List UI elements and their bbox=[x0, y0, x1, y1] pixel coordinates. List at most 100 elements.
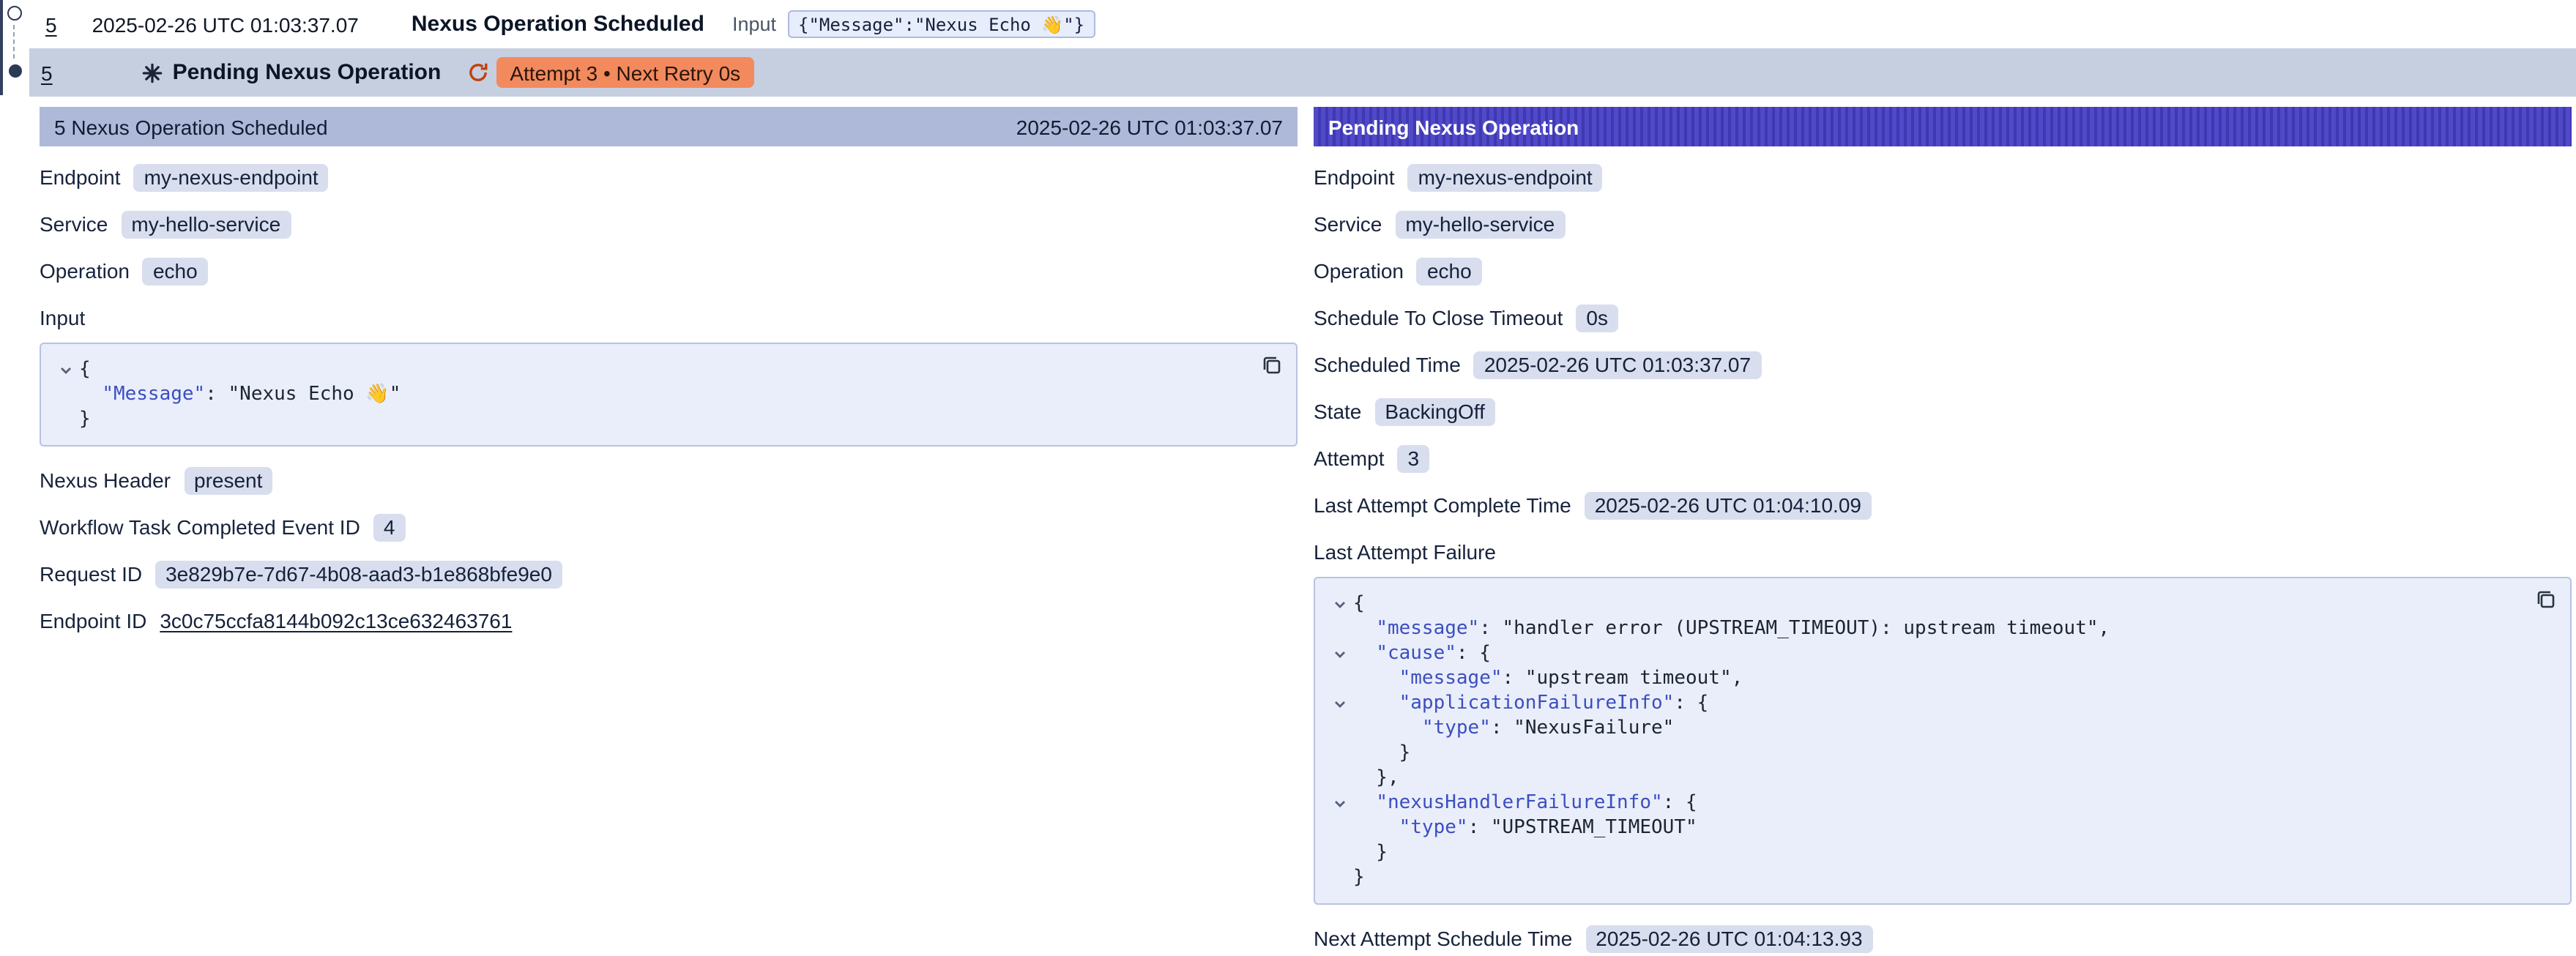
field-row: Request ID 3e829b7e-7d67-4b08-aad3-b1e868… bbox=[40, 558, 1298, 590]
pending-title: Pending Nexus Operation bbox=[173, 60, 442, 85]
detail-panels: 5 Nexus Operation Scheduled 2025-02-26 U… bbox=[40, 107, 2572, 956]
event-input-label: Input bbox=[732, 13, 776, 35]
field-value-chip: echo bbox=[143, 257, 208, 285]
code-text: "applicationFailureInfo": { bbox=[1353, 691, 1708, 716]
field-row: Last Attempt Complete Time 2025-02-26 UTC… bbox=[1314, 489, 2572, 521]
pending-operation-row[interactable]: 5 Pending Nexus Operation Attempt 3 • Ne… bbox=[29, 48, 2576, 97]
timeline-dashed-connector bbox=[13, 25, 15, 59]
field-row: Nexus Headerpresent bbox=[40, 464, 1298, 496]
pending-panel-footer-fields: Next Attempt Schedule Time2025-02-26 UTC… bbox=[1314, 922, 2572, 955]
pending-panel-header: Pending Nexus Operation bbox=[1314, 107, 2572, 146]
collapse-chevron-icon[interactable] bbox=[1327, 641, 1353, 666]
collapse-chevron-icon[interactable] bbox=[1327, 791, 1353, 815]
field-label: Last Attempt Complete Time bbox=[1314, 493, 1571, 517]
code-line: "message": "upstream timeout", bbox=[1327, 666, 2520, 691]
failure-code-block: { "message": "handler error (UPSTREAM_TI… bbox=[1314, 577, 2572, 905]
field-value-chip: 3e829b7e-7d67-4b08-aad3-b1e868bfe9e0 bbox=[155, 560, 562, 588]
failure-code-lines: { "message": "handler error (UPSTREAM_TI… bbox=[1327, 591, 2520, 890]
field-row: Servicemy-hello-service bbox=[1314, 208, 2572, 240]
retry-icon bbox=[467, 61, 489, 83]
field-value-chip: 2025-02-26 UTC 01:04:10.09 bbox=[1585, 491, 1872, 519]
code-line: "type": "NexusFailure" bbox=[1327, 716, 2520, 741]
field-value-chip: my-nexus-endpoint bbox=[134, 163, 329, 191]
field-value-chip: my-hello-service bbox=[1395, 210, 1565, 238]
event-row-nexus-operation-scheduled[interactable]: 5 2025-02-26 UTC 01:03:37.07 Nexus Opera… bbox=[29, 0, 2576, 48]
scheduled-panel-body: Endpoint my-nexus-endpoint Servicemy-hello… bbox=[40, 146, 1298, 637]
code-line: "cause": { bbox=[1327, 641, 2520, 666]
timeline-active-line bbox=[0, 0, 3, 95]
event-input-chip: {"Message":"Nexus Echo 👋"} bbox=[788, 10, 1095, 38]
timeline-dot-icon bbox=[8, 64, 21, 78]
field-row: Workflow Task Completed Event ID4 bbox=[40, 511, 1298, 543]
field-row: StateBackingOff bbox=[1314, 395, 2572, 427]
field-value-chip: present bbox=[184, 466, 272, 494]
field-label: Operation bbox=[1314, 259, 1404, 283]
field-value-link[interactable]: 3c0c75ccfa8144b092c13ce632463761 bbox=[160, 609, 512, 632]
code-line: } bbox=[53, 407, 1246, 432]
field-row: Operation echo bbox=[1314, 255, 2572, 287]
pending-panel-title: Pending Nexus Operation bbox=[1328, 115, 1579, 138]
copy-button[interactable] bbox=[2535, 589, 2557, 610]
field-value-chip: echo bbox=[1417, 257, 1482, 285]
field-label: Workflow Task Completed Event ID bbox=[40, 515, 360, 539]
pending-id-link[interactable]: 5 bbox=[41, 61, 53, 84]
field-row: Endpoint ID3c0c75ccfa8144b092c13ce632463… bbox=[40, 605, 1298, 637]
field-label: Operation bbox=[40, 259, 130, 283]
collapse-chevron-icon[interactable] bbox=[1327, 691, 1353, 716]
code-text: "Message": "Nexus Echo 👋" bbox=[79, 382, 401, 407]
field-row: Operation echo bbox=[40, 255, 1298, 287]
field-row: Next Attempt Schedule Time2025-02-26 UTC… bbox=[1314, 922, 2572, 955]
code-gutter bbox=[53, 382, 79, 407]
code-text: }, bbox=[1353, 766, 1399, 791]
code-text: "type": "UPSTREAM_TIMEOUT" bbox=[1353, 815, 1697, 840]
input-code-lines: { "Message": "Nexus Echo 👋"} bbox=[53, 357, 1246, 432]
code-text: { bbox=[79, 357, 91, 382]
field-row: Endpointmy-nexus-endpoint bbox=[1314, 161, 2572, 193]
field-label: Attempt bbox=[1314, 447, 1385, 470]
field-value-chip: 2025-02-26 UTC 01:04:13.93 bbox=[1585, 925, 1872, 952]
code-text: "nexusHandlerFailureInfo": { bbox=[1353, 791, 1697, 815]
event-id-link[interactable]: 5 bbox=[45, 12, 57, 36]
input-code-block: { "Message": "Nexus Echo 👋"} bbox=[40, 343, 1298, 447]
code-line: "Message": "Nexus Echo 👋" bbox=[53, 382, 1246, 407]
pending-panel-body: Endpointmy-nexus-endpoint Servicemy-hello… bbox=[1314, 146, 2572, 955]
code-line: "type": "UPSTREAM_TIMEOUT" bbox=[1327, 815, 2520, 840]
last-attempt-failure-label: Last Attempt Failure bbox=[1314, 536, 2572, 568]
code-gutter bbox=[1327, 766, 1353, 791]
code-text: "message": "upstream timeout", bbox=[1353, 666, 1743, 691]
code-gutter bbox=[1327, 840, 1353, 865]
collapse-chevron-icon[interactable] bbox=[1327, 591, 1353, 616]
code-text: } bbox=[79, 407, 91, 432]
collapse-chevron-icon[interactable] bbox=[53, 357, 79, 382]
code-line: } bbox=[1327, 865, 2520, 890]
code-text: "type": "NexusFailure" bbox=[1353, 716, 1674, 741]
code-line: "message": "handler error (UPSTREAM_TIME… bbox=[1327, 616, 2520, 641]
field-label: Schedule To Close Timeout bbox=[1314, 306, 1563, 329]
nexus-event-detail-page: 5 2025-02-26 UTC 01:03:37.07 Nexus Opera… bbox=[0, 0, 2576, 956]
field-label: Endpoint bbox=[40, 165, 121, 189]
scheduled-panel-header: 5 Nexus Operation Scheduled 2025-02-26 U… bbox=[40, 107, 1298, 146]
field-label: Endpoint bbox=[1314, 165, 1395, 189]
field-label: Request ID bbox=[40, 562, 142, 586]
scheduled-panel-title: 5 Nexus Operation Scheduled bbox=[54, 115, 328, 138]
code-gutter bbox=[1327, 865, 1353, 890]
field-row: Schedule To Close Timeout 0s bbox=[1314, 302, 2572, 334]
field-row: Endpoint my-nexus-endpoint bbox=[40, 161, 1298, 193]
code-line: "applicationFailureInfo": { bbox=[1327, 691, 2520, 716]
attempt-retry-badge: Attempt 3 • Next Retry 0s bbox=[496, 57, 753, 88]
code-text: "message": "handler error (UPSTREAM_TIME… bbox=[1353, 616, 2110, 641]
field-value-chip: 3 bbox=[1398, 444, 1430, 472]
copy-button[interactable] bbox=[1261, 354, 1283, 376]
code-text: { bbox=[1353, 591, 1365, 616]
code-gutter bbox=[1327, 741, 1353, 766]
scheduled-panel-timestamp: 2025-02-26 UTC 01:03:37.07 bbox=[1016, 115, 1283, 138]
field-value-chip: 0s bbox=[1576, 304, 1618, 332]
code-gutter bbox=[1327, 716, 1353, 741]
event-title: Nexus Operation Scheduled bbox=[412, 12, 704, 37]
field-row: Scheduled Time2025-02-26 UTC 01:03:37.07 bbox=[1314, 348, 2572, 381]
code-text: } bbox=[1353, 840, 1388, 865]
pending-panel-fields: Endpointmy-nexus-endpoint Servicemy-hello… bbox=[1314, 161, 2572, 521]
field-row: Servicemy-hello-service bbox=[40, 208, 1298, 240]
field-label: Scheduled Time bbox=[1314, 353, 1461, 376]
code-line: } bbox=[1327, 741, 2520, 766]
